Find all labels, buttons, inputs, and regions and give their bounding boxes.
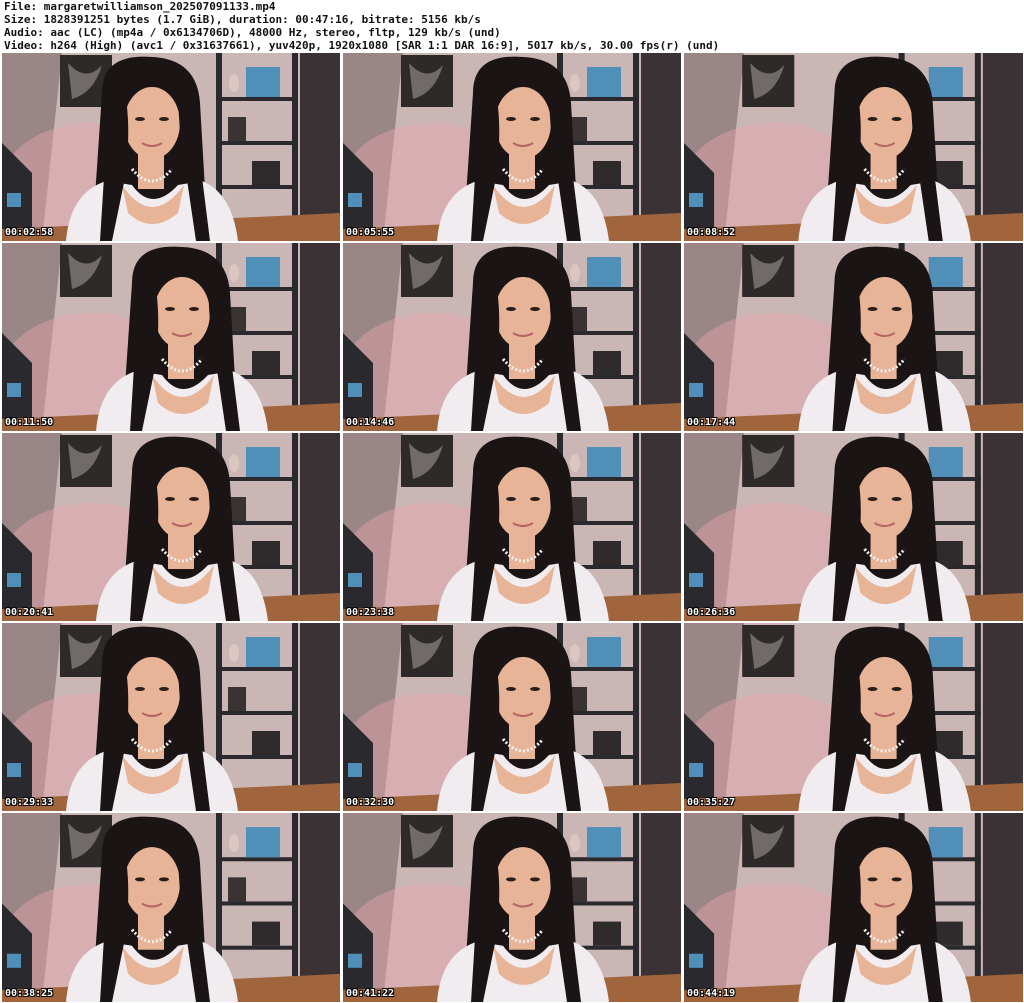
file-size-line: Size: 1828391251 bytes (1.7 GiB), durati… bbox=[4, 13, 481, 26]
video-thumbnail-5[interactable]: 00:14:46 bbox=[343, 243, 681, 431]
thumbnail-timestamp: 00:11:50 bbox=[5, 417, 54, 428]
thumbnail-timestamp: 00:41:22 bbox=[346, 988, 395, 999]
video-frame-image bbox=[2, 813, 340, 1002]
video-thumbnail-7[interactable]: 00:20:41 bbox=[2, 433, 340, 621]
video-frame-image bbox=[2, 623, 340, 811]
video-frame-image bbox=[684, 53, 1023, 241]
thumbnail-timestamp: 00:38:25 bbox=[5, 988, 54, 999]
video-frame-image bbox=[343, 623, 681, 811]
video-frame-image bbox=[343, 53, 681, 241]
video-thumbnail-8[interactable]: 00:23:38 bbox=[343, 433, 681, 621]
thumbnail-timestamp: 00:26:36 bbox=[687, 607, 736, 618]
file-info-header: File: margaretwilliamson_202507091133.mp… bbox=[4, 0, 1020, 52]
video-frame-image bbox=[2, 433, 340, 621]
video-thumbnail-11[interactable]: 00:32:30 bbox=[343, 623, 681, 811]
video-thumbnail-6[interactable]: 00:17:44 bbox=[684, 243, 1023, 431]
video-info-line: Video: h264 (High) (avc1 / 0x31637661), … bbox=[4, 39, 720, 52]
thumbnail-timestamp: 00:35:27 bbox=[687, 797, 736, 808]
video-frame-image bbox=[684, 243, 1023, 431]
video-thumbnail-12[interactable]: 00:35:27 bbox=[684, 623, 1023, 811]
audio-info-line: Audio: aac (LC) (mp4a / 0x6134706D), 480… bbox=[4, 26, 501, 39]
video-frame-image bbox=[343, 243, 681, 431]
thumbnail-timestamp: 00:02:58 bbox=[5, 227, 54, 238]
video-thumbnail-13[interactable]: 00:38:25 bbox=[2, 813, 340, 1002]
thumbnail-timestamp: 00:44:19 bbox=[687, 988, 736, 999]
video-frame-image bbox=[684, 433, 1023, 621]
video-frame-image bbox=[2, 243, 340, 431]
thumbnail-timestamp: 00:14:46 bbox=[346, 417, 395, 428]
thumbnail-timestamp: 00:32:30 bbox=[346, 797, 395, 808]
video-frame-image bbox=[343, 433, 681, 621]
video-thumbnail-2[interactable]: 00:05:55 bbox=[343, 53, 681, 241]
thumbnail-timestamp: 00:20:41 bbox=[5, 607, 54, 618]
video-frame-image bbox=[2, 53, 340, 241]
thumbnail-timestamp: 00:23:38 bbox=[346, 607, 395, 618]
video-thumbnail-3[interactable]: 00:08:52 bbox=[684, 53, 1023, 241]
thumbnail-grid: 00:02:58 00:05:55 00:08:52 00:11:50 00:1… bbox=[2, 53, 1023, 1002]
video-thumbnail-4[interactable]: 00:11:50 bbox=[2, 243, 340, 431]
video-frame-image bbox=[684, 813, 1023, 1002]
thumbnail-timestamp: 00:08:52 bbox=[687, 227, 736, 238]
video-frame-image bbox=[684, 623, 1023, 811]
video-thumbnail-15[interactable]: 00:44:19 bbox=[684, 813, 1023, 1002]
video-frame-image bbox=[343, 813, 681, 1002]
video-thumbnail-14[interactable]: 00:41:22 bbox=[343, 813, 681, 1002]
file-name-line: File: margaretwilliamson_202507091133.mp… bbox=[4, 0, 276, 13]
video-thumbnail-9[interactable]: 00:26:36 bbox=[684, 433, 1023, 621]
thumbnail-timestamp: 00:17:44 bbox=[687, 417, 736, 428]
thumbnail-timestamp: 00:05:55 bbox=[346, 227, 395, 238]
video-thumbnail-1[interactable]: 00:02:58 bbox=[2, 53, 340, 241]
thumbnail-timestamp: 00:29:33 bbox=[5, 797, 54, 808]
video-thumbnail-10[interactable]: 00:29:33 bbox=[2, 623, 340, 811]
